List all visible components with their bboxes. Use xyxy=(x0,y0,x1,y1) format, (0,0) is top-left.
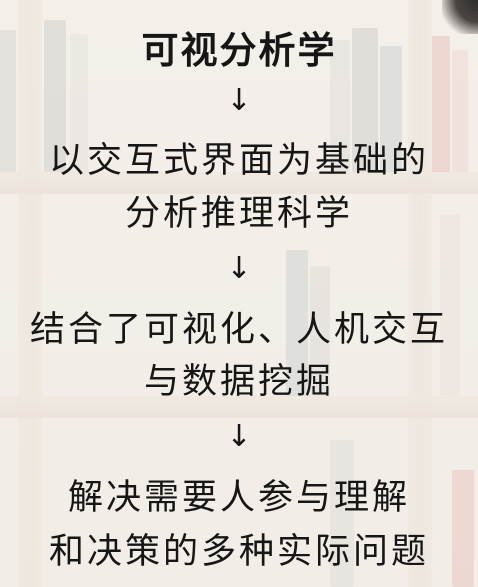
down-arrow-icon: ↓ xyxy=(226,251,252,286)
step-3-line-1: 解决需要人参与理解 xyxy=(67,478,410,518)
down-arrow-icon: ↓ xyxy=(226,419,252,454)
step-1-line-1: 以交互式界面为基础的 xyxy=(48,141,429,181)
step-2-line-1: 结合了可视化、人机交互 xyxy=(29,310,448,350)
step-1-line-2: 分析推理科学 xyxy=(124,194,353,234)
infographic-content: 可视分析学 ↓ 以交互式界面为基础的 分析推理科学 ↓ 结合了可视化、人机交互 … xyxy=(0,0,478,587)
down-arrow-icon: ↓ xyxy=(226,83,252,118)
page-title: 可视分析学 xyxy=(141,29,337,72)
step-2-line-2: 与数据挖掘 xyxy=(143,362,334,402)
step-3-line-2: 和决策的多种实际问题 xyxy=(48,532,429,572)
